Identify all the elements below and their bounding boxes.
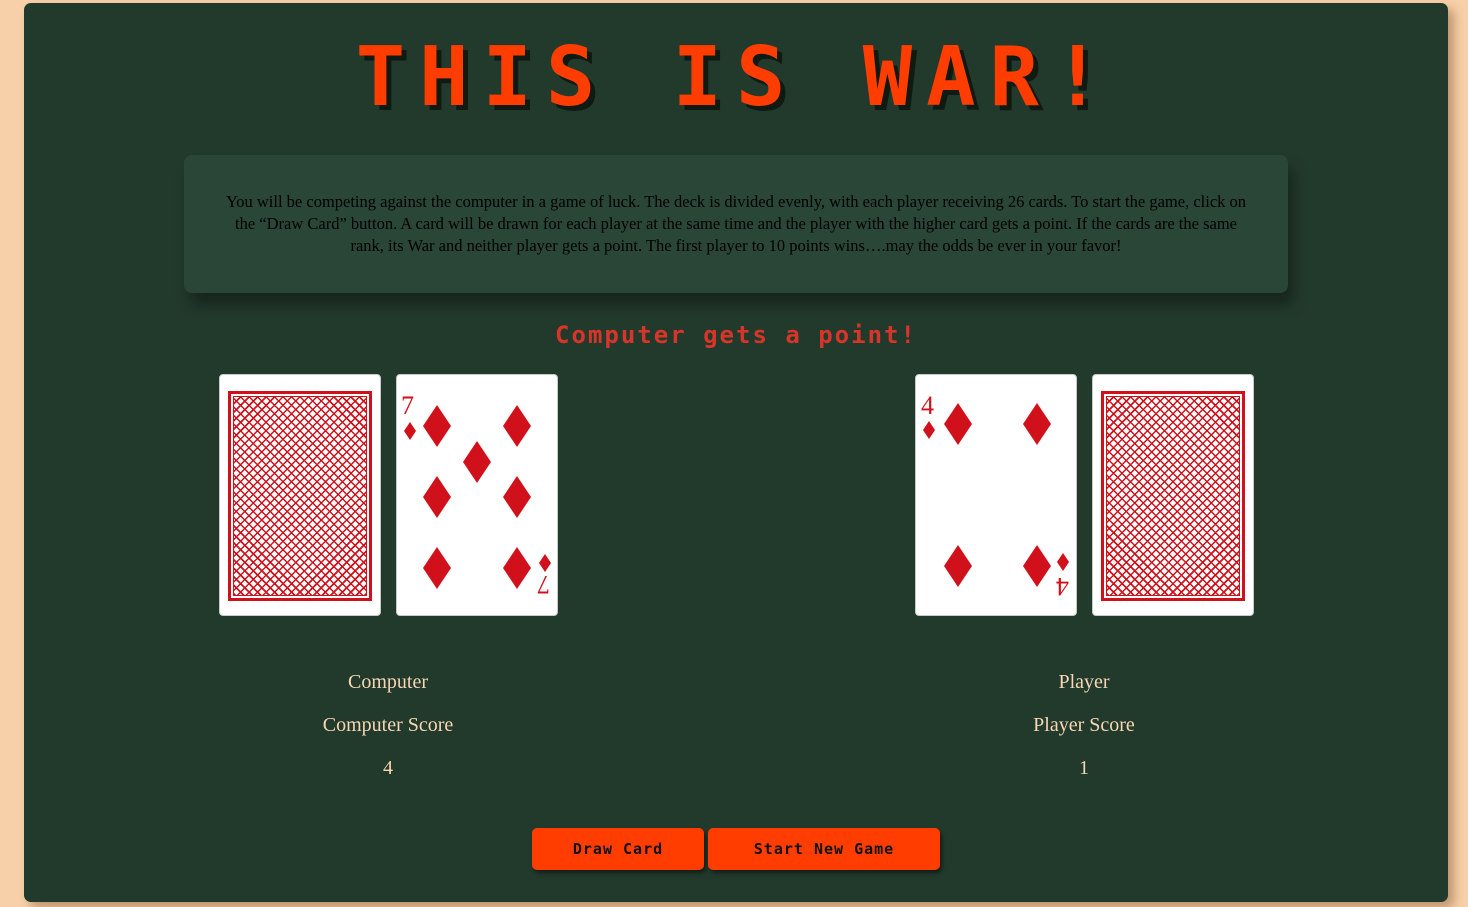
player-score-value: 1 — [1079, 757, 1089, 779]
card-rank-bottom: 7 — [537, 570, 550, 599]
player-drawn-card: 4 4 — [915, 374, 1077, 616]
computer-score-value: 4 — [383, 757, 393, 779]
computer-deck-card-back — [219, 374, 381, 616]
card-rank-top: 7 — [401, 391, 414, 420]
draw-card-button[interactable]: Draw Card — [532, 828, 704, 870]
card-rank-bottom: 4 — [1056, 572, 1069, 601]
rules-box: You will be competing against the comput… — [184, 155, 1288, 293]
player-deck-card-back — [1092, 374, 1254, 616]
computer-name-label: Computer — [348, 671, 428, 693]
start-new-game-button[interactable]: Start New Game — [708, 828, 940, 870]
computer-score-label: Computer Score — [322, 714, 454, 736]
game-panel: THIS IS WAR! You will be competing again… — [24, 3, 1448, 902]
rules-text: You will be competing against the comput… — [225, 192, 1247, 255]
computer-drawn-card: 7 7 — [396, 374, 558, 616]
player-score-label: Player Score — [1033, 714, 1135, 736]
player-name-label: Player — [1058, 671, 1110, 693]
round-result-message: Computer gets a point! — [555, 321, 917, 349]
page-title: THIS IS WAR! — [355, 30, 1117, 125]
card-rank-top: 4 — [921, 391, 934, 420]
